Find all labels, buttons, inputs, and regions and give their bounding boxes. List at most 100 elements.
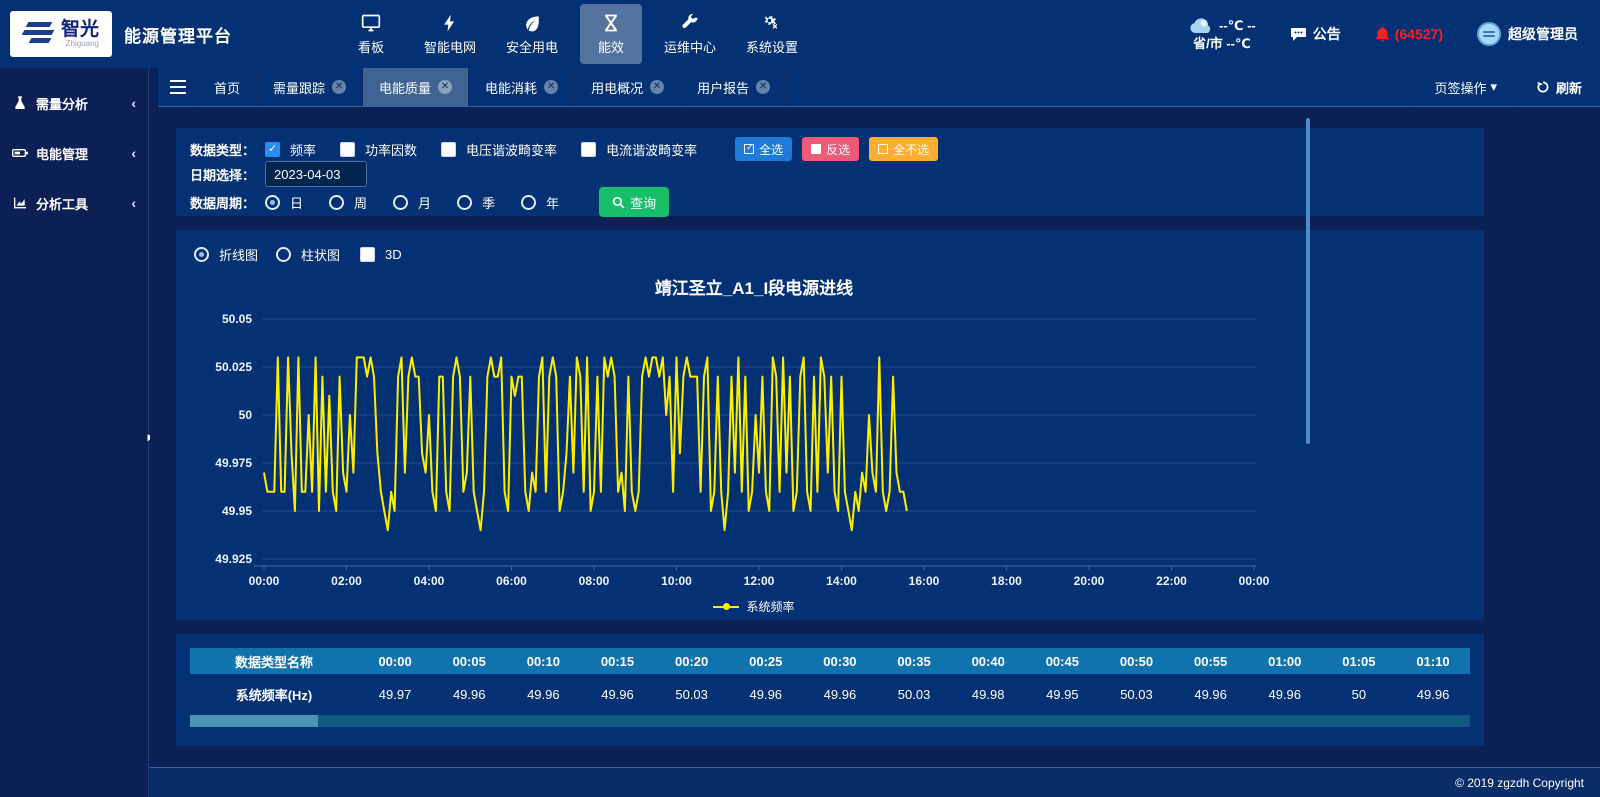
nav-item-label: 看板 (358, 37, 384, 56)
refresh-button[interactable]: 刷新 (1517, 68, 1600, 106)
tab-operations-dropdown[interactable]: 页签操作 ▾ (1413, 68, 1517, 106)
checkbox-voltage-thd[interactable] (441, 142, 456, 157)
query-button[interactable]: 查询 (599, 187, 669, 217)
invert-selection-button[interactable]: 反选 (802, 137, 859, 161)
notice-button[interactable]: 公告 (1290, 24, 1341, 44)
legend-line-marker-icon (713, 606, 739, 608)
copyright-text: © 2019 zgzdh Copyright (1455, 776, 1584, 790)
table-header-time-cell: 01:05 (1322, 648, 1396, 674)
threed-label[interactable]: 3D (385, 247, 402, 262)
sidebar-item-demand-analysis[interactable]: 需量分析 ‹ (0, 78, 148, 128)
tab-power-overview[interactable]: 用电概况 ✕ (575, 68, 681, 106)
tab-label: 用电概况 (591, 78, 643, 97)
close-icon[interactable]: ✕ (544, 80, 558, 94)
checkbox-label[interactable]: 功率因数 (365, 140, 417, 159)
x-axis-tick-label: 18:00 (991, 574, 1022, 588)
sidebar-item-energy-management[interactable]: 电能管理 ‹ (0, 128, 148, 178)
radio-label[interactable]: 日 (290, 193, 303, 212)
tab-menu-button[interactable] (158, 68, 198, 106)
radio-period-week[interactable] (329, 195, 344, 210)
tab-home[interactable]: 首页 (198, 68, 257, 106)
radio-label[interactable]: 年 (546, 193, 559, 212)
chart-legend[interactable]: 系统频率 (254, 598, 1254, 615)
nav-item-energy-efficiency[interactable]: 能效 (580, 4, 642, 64)
table-header-time-cell: 00:30 (803, 648, 877, 674)
nav-item-system-settings[interactable]: 系统设置 (738, 4, 806, 64)
x-axis-tick-label: 16:00 (909, 574, 940, 588)
date-input[interactable] (265, 161, 367, 187)
radio-label[interactable]: 月 (418, 193, 431, 212)
user-menu[interactable]: 超级管理员 (1477, 22, 1578, 46)
nav-item-label: 能效 (598, 37, 624, 56)
alarm-button[interactable]: (64527) (1375, 26, 1443, 43)
checked-box-icon (744, 144, 754, 154)
footer: © 2019 zgzdh Copyright (150, 767, 1600, 797)
tab-label: 电能消耗 (485, 78, 537, 97)
checkbox-power-factor[interactable] (340, 142, 355, 157)
checkbox-frequency[interactable] (265, 142, 280, 157)
table-header-time-cell: 00:20 (655, 648, 729, 674)
table-h-scrollbar-thumb[interactable] (190, 715, 318, 727)
sidebar: 需量分析 ‹ 电能管理 ‹ 分析工具 ‹ (0, 68, 148, 797)
brand-name-cn: 智光 (61, 20, 99, 39)
checkbox-label[interactable]: 电压谐波畸变率 (466, 140, 557, 159)
radio-label[interactable]: 季 (482, 193, 495, 212)
tab-energy-consumption[interactable]: 电能消耗 ✕ (469, 68, 575, 106)
table-value-cell: 50.03 (877, 681, 951, 707)
nav-item-dashboard[interactable]: 看板 (340, 4, 402, 64)
radio-period-quarter[interactable] (457, 195, 472, 210)
checkbox-label[interactable]: 频率 (290, 140, 316, 159)
radio-bar-chart[interactable] (276, 247, 291, 262)
notice-label: 公告 (1313, 24, 1341, 44)
content-scrollbar-thumb[interactable] (1306, 118, 1310, 444)
tab-demand-tracking[interactable]: 需量跟踪 ✕ (257, 68, 363, 106)
brand-logo-icon (23, 21, 57, 47)
checkbox-current-thd[interactable] (581, 142, 596, 157)
table-value-cell: 50.03 (1099, 681, 1173, 707)
nav-item-label: 安全用电 (506, 37, 558, 56)
main-content: 数据类型： 频率 功率因数 电压谐波畸变率 电流谐波畸变率 全选 反选 (150, 107, 1600, 767)
select-all-button[interactable]: 全选 (735, 137, 792, 161)
radio-line-chart[interactable] (194, 247, 209, 262)
nav-item-safe-power[interactable]: 安全用电 (498, 4, 566, 64)
radio-label[interactable]: 周 (354, 193, 367, 212)
table-header-time-cell: 00:25 (729, 648, 803, 674)
brand-name-en: Zhiguang (61, 40, 99, 48)
nav-item-smart-grid[interactable]: 智能电网 (416, 4, 484, 64)
caret-down-icon: ▾ (1490, 79, 1497, 95)
sidebar-item-label: 需量分析 (36, 94, 88, 113)
nav-item-ops-center[interactable]: 运维中心 (656, 4, 724, 64)
tab-user-report[interactable]: 用户报告 ✕ (681, 68, 787, 106)
select-none-button[interactable]: 全不选 (869, 137, 938, 161)
table-header-time-cell: 00:35 (877, 648, 951, 674)
tab-operations-label: 页签操作 (1434, 78, 1486, 97)
tab-label: 用户报告 (697, 78, 749, 97)
close-icon[interactable]: ✕ (438, 80, 452, 94)
select-all-label: 全选 (759, 141, 783, 158)
line-chart[interactable]: 50.0550.0255049.97549.9549.92500:0002:00… (184, 303, 1476, 593)
brand-logo: 智光 Zhiguang (10, 11, 112, 57)
tab-power-quality[interactable]: 电能质量 ✕ (363, 68, 469, 106)
close-icon[interactable]: ✕ (332, 80, 346, 94)
weather-widget[interactable]: --℃ -- 省/市 --℃ (1188, 17, 1256, 52)
line-chart-label[interactable]: 折线图 (219, 245, 258, 264)
radio-period-day[interactable] (265, 195, 280, 210)
table-value-cell: 49.96 (729, 681, 803, 707)
bar-chart-label[interactable]: 柱状图 (301, 245, 340, 264)
query-label: 查询 (630, 193, 656, 212)
hourglass-icon (601, 13, 621, 33)
radio-period-year[interactable] (521, 195, 536, 210)
radio-period-month[interactable] (393, 195, 408, 210)
checkbox-3d[interactable] (360, 247, 375, 262)
period-row: 数据周期： 日 周 月 季 年 查询 (190, 187, 1470, 217)
close-icon[interactable]: ✕ (756, 80, 770, 94)
x-axis-tick-label: 06:00 (496, 574, 527, 588)
table-h-scrollbar[interactable] (190, 715, 1470, 727)
checkbox-label[interactable]: 电流谐波畸变率 (606, 140, 697, 159)
hamburger-icon (170, 80, 186, 94)
table-value-cell: 49.96 (580, 681, 654, 707)
sidebar-item-analysis-tools[interactable]: 分析工具 ‹ (0, 178, 148, 228)
date-label: 日期选择： (190, 165, 255, 184)
close-icon[interactable]: ✕ (650, 80, 664, 94)
x-axis-tick-label: 12:00 (744, 574, 775, 588)
